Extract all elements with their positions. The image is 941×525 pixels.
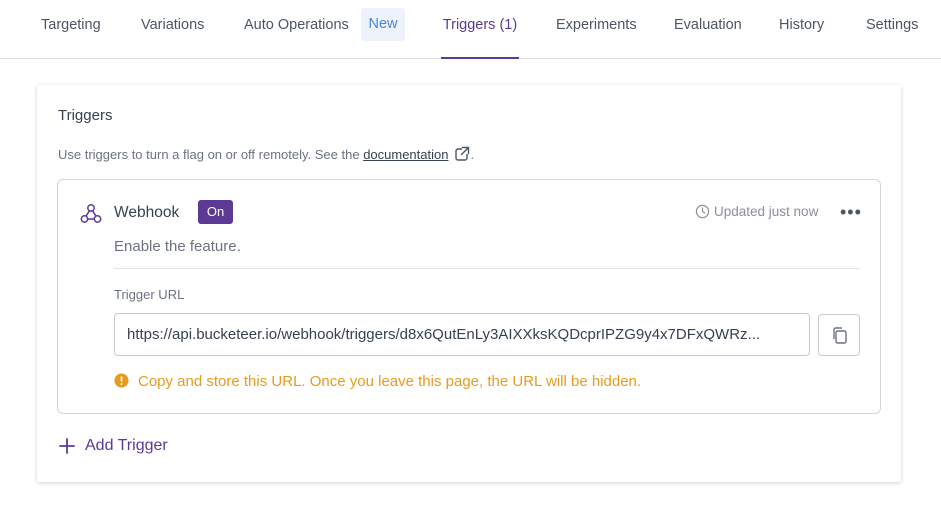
tab-auto-operations[interactable]: Auto Operations <box>244 0 349 59</box>
copy-icon <box>833 327 847 344</box>
documentation-link[interactable]: documentation <box>363 147 448 162</box>
description-suffix: . <box>470 147 475 162</box>
status-badge: On <box>198 200 233 224</box>
trigger-description: Enable the feature. <box>114 238 241 255</box>
tab-settings[interactable]: Settings <box>866 0 918 59</box>
card-description: Use triggers to turn a flag on or off re… <box>58 146 474 162</box>
tab-bar: Targeting Variations Auto Operations New… <box>0 0 941 59</box>
updated-text: Updated just now <box>714 204 819 219</box>
webhook-icon <box>80 204 102 223</box>
tab-targeting[interactable]: Targeting <box>41 0 101 59</box>
tab-history[interactable]: History <box>779 0 824 59</box>
add-trigger-label: Add Trigger <box>85 437 168 454</box>
updated-status: Updated just now <box>695 204 818 219</box>
trigger-url-field[interactable]: https://api.bucketeer.io/webhook/trigger… <box>114 313 810 356</box>
external-link-icon[interactable] <box>454 146 470 162</box>
trigger-url-label: Trigger URL <box>114 287 185 302</box>
tab-triggers[interactable]: Triggers (1) <box>441 0 519 59</box>
triggers-card: Triggers Use triggers to turn a flag on … <box>37 85 901 482</box>
tab-experiments[interactable]: Experiments <box>556 0 637 59</box>
copy-button[interactable] <box>818 314 860 356</box>
divider <box>114 268 860 269</box>
trigger-item: Webhook On Updated just now ••• Enable t… <box>57 179 881 414</box>
more-icon[interactable]: ••• <box>840 200 862 224</box>
trigger-type: Webhook <box>114 204 180 221</box>
description-text: Use triggers to turn a flag on or off re… <box>58 147 364 162</box>
tab-evaluation[interactable]: Evaluation <box>674 0 742 59</box>
new-badge: New <box>361 8 405 41</box>
plus-icon <box>59 438 75 454</box>
clock-icon <box>695 204 710 219</box>
warning-icon <box>114 373 129 388</box>
warning-text: Copy and store this URL. Once you leave … <box>138 373 642 390</box>
tab-variations[interactable]: Variations <box>141 0 204 59</box>
card-title: Triggers <box>58 107 113 124</box>
